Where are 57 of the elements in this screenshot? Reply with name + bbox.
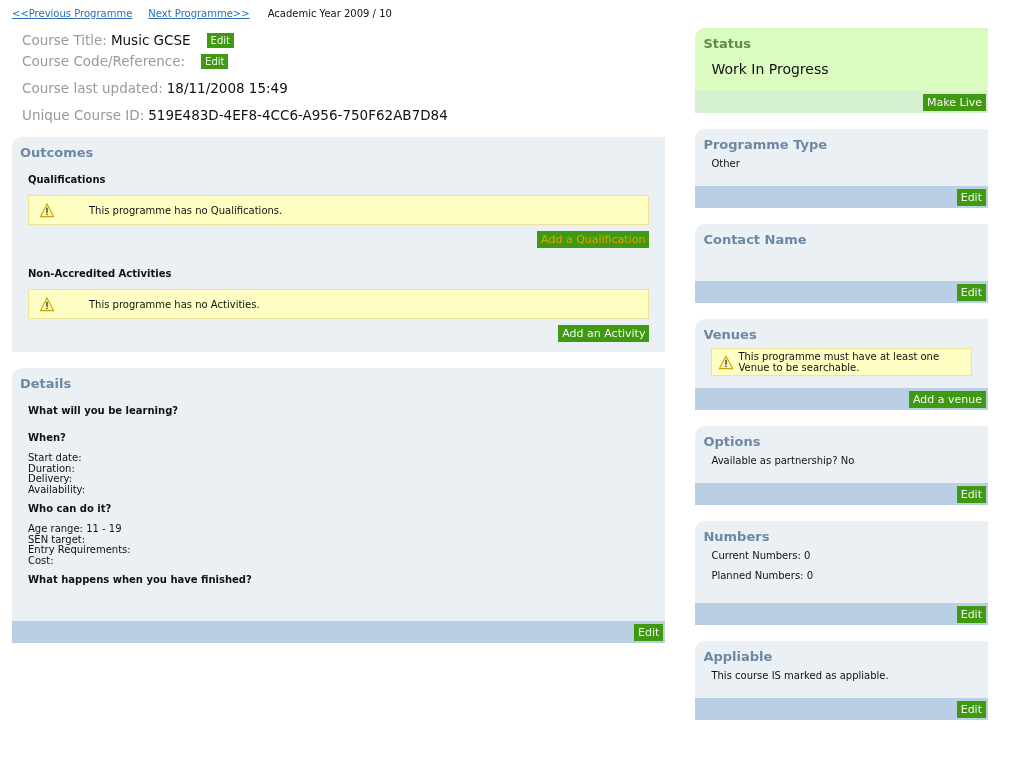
panel-action-button[interactable]: Edit [956, 189, 986, 206]
detail-line: Duration: [28, 463, 76, 474]
edit-button[interactable]: Edit [201, 53, 229, 69]
panel-action-button[interactable]: Edit [956, 284, 986, 301]
warning-text: This programme must have at least one Venue to be searchable. [738, 351, 941, 373]
info-label: Course Code/Reference: [22, 53, 186, 69]
panel-text: Current Numbers: 0 [711, 550, 812, 561]
panel-action-button[interactable]: Edit [956, 606, 986, 623]
panel-action-button[interactable]: Edit [956, 486, 986, 503]
section-heading: When? [28, 431, 67, 445]
warning-text: This programme has no Qualifications. [89, 205, 283, 216]
panel-title: Outcomes [19, 144, 95, 162]
info-label: Course last updated: [22, 80, 163, 96]
panel-title: Options [702, 433, 762, 451]
status-value: Work In Progress [711, 60, 830, 79]
add-button[interactable]: Add an Activity [558, 325, 650, 342]
info-label: Course Title: [22, 32, 107, 48]
panel-text: Available as partnership? No [711, 455, 856, 466]
previous-programme-link[interactable]: <<Previous Programme [12, 7, 133, 19]
section-heading: What happens when you have finished? [28, 573, 253, 587]
group-heading: Qualifications [28, 173, 107, 187]
info-label: Unique Course ID: [22, 107, 145, 123]
detail-line: Delivery: [28, 474, 73, 485]
add-button[interactable]: Add a Qualification [537, 231, 650, 248]
panel-title: Details [19, 375, 73, 393]
info-value: Music GCSE [110, 32, 191, 48]
panel-action-button[interactable]: Add a venue [908, 391, 986, 408]
warning-text: This programme has no Activities. [89, 299, 260, 310]
section-heading: Who can do it? [28, 502, 113, 516]
warning-icon [39, 203, 55, 218]
panel-text: Planned Numbers: 0 [711, 570, 814, 581]
edit-button[interactable]: Edit [634, 624, 664, 641]
group-heading: Non-Accredited Activities [28, 267, 173, 281]
edit-button[interactable]: Edit [206, 32, 234, 48]
panel-action-button[interactable]: Edit [956, 701, 986, 718]
detail-line: Cost: [28, 555, 54, 566]
panel-title: Appliable [702, 648, 774, 666]
make-live-button[interactable]: Make Live [923, 94, 986, 111]
panel-text: Other [711, 158, 741, 169]
detail-line: SEN target: [28, 534, 86, 545]
warning-icon [39, 297, 55, 312]
section-heading: What will you be learning? [28, 404, 180, 418]
detail-line: Start date: [28, 453, 83, 464]
panel-text: This course IS marked as appliable. [711, 670, 890, 681]
next-programme-link[interactable]: Next Programme>> [148, 7, 250, 19]
detail-line: Entry Requirements: [28, 545, 132, 556]
panel-title: Venues [702, 326, 758, 344]
info-value: 519E483D-4EF8-4CC6-A956-750F62AB7D84 [148, 107, 448, 123]
info-value: 18/11/2008 15:49 [166, 80, 288, 96]
panel-title: Status [702, 35, 752, 53]
detail-line: Age range: 11 - 19 [28, 524, 123, 535]
detail-line: Availability: [28, 484, 87, 495]
panel-title: Numbers [702, 528, 771, 546]
panel-title: Programme Type [702, 136, 829, 154]
panel-title: Contact Name [702, 231, 808, 249]
academic-year: Academic Year 2009 / 10 [267, 7, 392, 19]
warning-icon [718, 355, 735, 370]
